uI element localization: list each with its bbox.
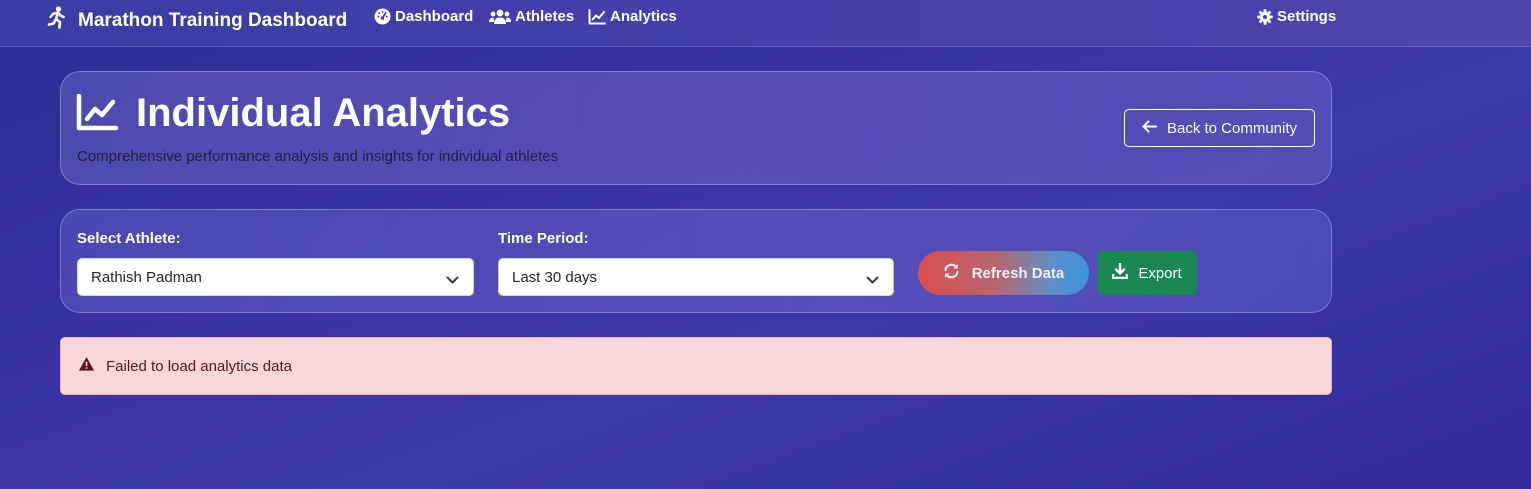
- nav-dashboard[interactable]: Dashboard: [374, 8, 473, 25]
- refresh-data-button[interactable]: Refresh Data: [918, 251, 1089, 295]
- nav-analytics-label: Analytics: [610, 8, 677, 25]
- tachometer-icon: [374, 8, 391, 25]
- nav-athletes[interactable]: Athletes: [489, 8, 574, 25]
- arrow-left-icon: [1142, 120, 1157, 137]
- nav-settings[interactable]: Settings: [1257, 8, 1336, 25]
- back-to-community-label: Back to Community: [1166, 119, 1298, 137]
- time-period-select[interactable]: Last 30 days: [498, 258, 894, 296]
- nav-settings-label: Settings: [1277, 8, 1337, 25]
- nav-athletes-label: Athletes: [515, 8, 575, 25]
- download-icon: [1112, 262, 1129, 283]
- export-label: Export: [1138, 264, 1182, 282]
- athlete-select-label: Select Athlete:: [77, 230, 181, 247]
- error-alert-message: Failed to load analytics data: [106, 357, 292, 375]
- page-subtitle: Comprehensive performance analysis and i…: [77, 148, 559, 165]
- top-navbar: Marathon Training Dashboard Dashboard At…: [0, 0, 1531, 47]
- athlete-select[interactable]: Rathish Padman: [77, 258, 474, 296]
- nav-analytics[interactable]: Analytics: [588, 8, 677, 25]
- chart-line-icon: [76, 93, 119, 137]
- export-button[interactable]: Export: [1097, 251, 1197, 295]
- time-period-value: Last 30 days: [512, 268, 598, 286]
- back-to-community-button[interactable]: Back to Community: [1124, 109, 1315, 147]
- nav-dashboard-label: Dashboard: [395, 8, 474, 25]
- error-alert: Failed to load analytics data: [60, 337, 1332, 395]
- athlete-select-value: Rathish Padman: [91, 268, 202, 286]
- page-title: Individual Analytics: [136, 91, 511, 135]
- running-person-icon: [46, 6, 66, 35]
- refresh-data-label: Refresh Data: [971, 264, 1065, 282]
- chart-line-icon: [588, 8, 606, 25]
- refresh-icon: [943, 263, 960, 283]
- chevron-down-icon: [866, 272, 879, 289]
- users-icon: [489, 9, 511, 25]
- gear-icon: [1257, 8, 1273, 25]
- app-title: Marathon Training Dashboard: [78, 9, 348, 31]
- chevron-down-icon: [446, 272, 459, 289]
- brand[interactable]: Marathon Training Dashboard: [46, 6, 347, 35]
- time-period-label: Time Period:: [498, 230, 589, 247]
- warning-triangle-icon: [79, 357, 94, 375]
